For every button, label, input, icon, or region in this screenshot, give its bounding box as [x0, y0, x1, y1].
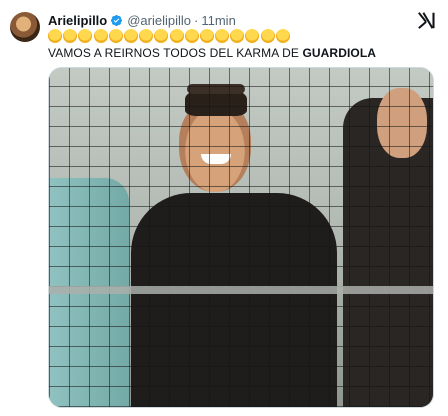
- rofl-emoji: [108, 29, 123, 43]
- rofl-emoji: [154, 29, 169, 43]
- tweet-text-plain: VAMOS A REIRNOS TODOS DEL KARMA DE: [48, 46, 303, 60]
- rofl-emoji: [275, 29, 290, 43]
- rofl-emoji: [260, 29, 275, 43]
- tweet-text: VAMOS A REIRNOS TODOS DEL KARMA DE GUARD…: [48, 46, 376, 60]
- verified-badge-icon[interactable]: [110, 14, 123, 27]
- avatar[interactable]: [10, 12, 40, 42]
- rofl-emoji: [139, 29, 154, 43]
- rofl-emoji: [48, 29, 62, 43]
- handle[interactable]: @arielipillo: [127, 13, 191, 28]
- rofl-emoji: [199, 29, 214, 43]
- photo-rail: [49, 286, 433, 294]
- rofl-emoji: [215, 29, 230, 43]
- photo-fence-overlay: [49, 68, 433, 407]
- tweet-text-bold: GUARDIOLA: [302, 46, 377, 60]
- rofl-emoji: [230, 29, 245, 43]
- timestamp[interactable]: 11min: [201, 13, 235, 28]
- emoji-row: [48, 29, 291, 44]
- tweet[interactable]: Arielipillo @arielipillo · 11min VAMOS A…: [0, 0, 448, 416]
- tweet-photo[interactable]: [48, 67, 434, 408]
- tweet-header: Arielipillo @arielipillo · 11min: [48, 11, 236, 29]
- rofl-emoji: [63, 29, 78, 43]
- rofl-emoji: [245, 29, 260, 43]
- rofl-emoji: [78, 29, 93, 43]
- grok-icon[interactable]: [416, 10, 438, 30]
- rofl-emoji: [169, 29, 184, 43]
- rofl-emoji: [93, 29, 108, 43]
- display-name[interactable]: Arielipillo: [48, 13, 107, 28]
- rofl-emoji: [184, 29, 199, 43]
- rofl-emoji: [123, 29, 138, 43]
- separator-dot: ·: [194, 12, 199, 28]
